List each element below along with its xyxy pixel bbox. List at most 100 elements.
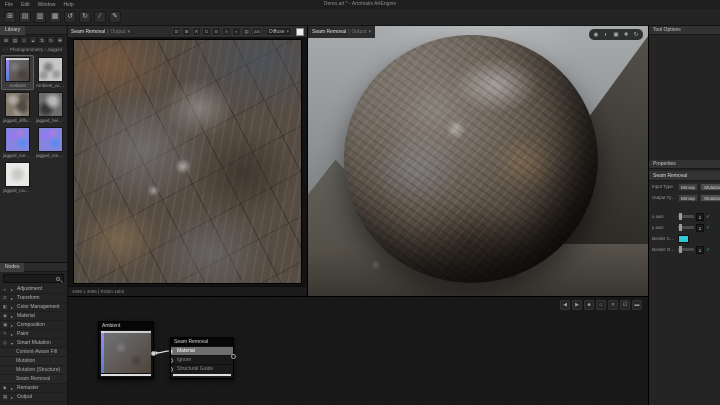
border-opacity-value[interactable]: 1 xyxy=(696,245,704,254)
output-type-bitmap-button[interactable]: Bitmap xyxy=(678,193,698,202)
view-tab-node[interactable]: Seam Removal xyxy=(71,29,105,35)
node-ambient[interactable]: Ambient xyxy=(98,321,156,379)
list-view-icon[interactable]: ≡ xyxy=(20,36,28,44)
input-type-mutation-button[interactable]: Mutation xyxy=(700,182,720,191)
node-search[interactable] xyxy=(3,274,64,283)
node-category-row[interactable]: ⇄ ▸ Transform xyxy=(0,294,67,303)
input-port[interactable] xyxy=(171,349,173,354)
nav-forward-icon[interactable]: ▶ xyxy=(572,300,582,310)
menu-item[interactable]: Help xyxy=(63,2,73,8)
up-directory-icon[interactable]: ▴ xyxy=(29,36,37,44)
menu-item[interactable]: Edit xyxy=(21,2,30,8)
channel-r-button[interactable]: R xyxy=(191,27,201,36)
atx-badge[interactable]: atx xyxy=(251,27,262,36)
line-tool-icon[interactable]: ⁄ xyxy=(94,11,106,23)
reset-view-icon[interactable]: ↻ xyxy=(632,31,640,39)
close-icon[interactable]: ✕ xyxy=(608,300,618,310)
rock-sphere-preview[interactable] xyxy=(344,35,598,283)
node-category-row[interactable]: Content-Aware Fill xyxy=(0,348,67,357)
x-axis-check-icon[interactable]: ✓ xyxy=(706,214,710,220)
expander-icon[interactable]: ▸ xyxy=(11,395,15,400)
node-category-row[interactable]: ◧ ▸ Color Management xyxy=(0,303,67,312)
expander-icon[interactable]: ▸ xyxy=(11,287,15,292)
expander-icon[interactable]: ▸ xyxy=(11,386,15,391)
view-tab-output[interactable]: Output xyxy=(111,29,126,35)
tiling-icon[interactable]: ⊞ xyxy=(181,27,191,36)
y-axis-slider[interactable] xyxy=(678,224,694,231)
border-opacity-slider[interactable] xyxy=(678,246,694,253)
channel-a-button[interactable]: A xyxy=(221,27,231,36)
output-port[interactable] xyxy=(231,354,236,359)
menu-item[interactable]: Window xyxy=(38,2,56,8)
import-assets-icon[interactable]: ⊞ xyxy=(4,11,16,23)
add-folder-icon[interactable]: ✚ xyxy=(56,36,64,44)
x-axis-slider[interactable] xyxy=(678,213,694,220)
view-tab-node[interactable]: Seam Removal xyxy=(312,29,346,35)
view-tab-output[interactable]: Output xyxy=(352,29,367,35)
node-category-row[interactable]: ▣ ▸ Composition xyxy=(0,321,67,330)
chevron-down-icon[interactable]: ▾ xyxy=(369,29,372,35)
asset-item[interactable]: jagged_rough... xyxy=(2,161,33,194)
expander-icon[interactable]: ▾ xyxy=(11,341,15,346)
expander-icon[interactable]: ▸ xyxy=(11,305,15,310)
node-category-row[interactable]: ▦ ▸ Output xyxy=(0,393,67,402)
expander-icon[interactable]: ▸ xyxy=(11,296,15,301)
mesh-icon[interactable]: ▣ xyxy=(612,31,620,39)
light-icon[interactable]: ✚ xyxy=(622,31,630,39)
y-axis-value[interactable]: 1 xyxy=(696,223,704,232)
expander-icon[interactable]: ▸ xyxy=(11,323,15,328)
thumbnail-view-icon[interactable]: ⊞ xyxy=(2,36,10,44)
border-color-swatch[interactable] xyxy=(678,234,689,243)
viewer-3d[interactable]: Seam Removal | Output ▾ ◉ ◐ ▣ ✚ ↻ xyxy=(308,26,648,296)
asset-item[interactable]: jagged_normal.tif xyxy=(35,126,66,159)
channel-select[interactable]: Diffuse ▾ xyxy=(266,27,292,36)
node-category-row[interactable]: ◑ ▸ Adjustment xyxy=(0,285,67,294)
properties-tab[interactable]: Properties xyxy=(649,160,720,169)
tool-options-tab[interactable]: Tool Options xyxy=(649,26,720,35)
node-category-row[interactable]: Seam Removal xyxy=(0,375,67,384)
background-color-swatch[interactable] xyxy=(296,27,304,36)
undo-icon[interactable]: ↺ xyxy=(64,11,76,23)
library-tab[interactable]: Library xyxy=(0,26,26,35)
pen-tool-icon[interactable]: ✎ xyxy=(109,11,121,23)
back-icon[interactable]: ‹ xyxy=(3,47,5,52)
asset-item[interactable]: Ambient_occlu... xyxy=(35,56,66,89)
detail-view-icon[interactable]: ▤ xyxy=(11,36,19,44)
environment-icon[interactable]: ◐ xyxy=(602,31,610,39)
input-type-bitmap-button[interactable]: Bitmap xyxy=(678,182,698,191)
sort-icon[interactable]: ⇅ xyxy=(38,36,46,44)
home-icon[interactable]: ⌂ xyxy=(596,300,606,310)
refresh-icon[interactable]: ↻ xyxy=(47,36,55,44)
chevron-down-icon[interactable]: ▾ xyxy=(128,29,131,35)
input-port[interactable] xyxy=(171,358,173,363)
node-category-row[interactable]: ◎ ▾ Smart Mutation xyxy=(0,339,67,348)
output-type-mutation-button[interactable]: Mutation xyxy=(700,193,720,202)
y-axis-check-icon[interactable]: ✓ xyxy=(706,225,710,231)
node-category-row[interactable]: ✎ ▸ Paint xyxy=(0,330,67,339)
output-port[interactable] xyxy=(151,351,156,356)
channel-g-button[interactable]: G xyxy=(201,27,211,36)
border-opacity-check-icon[interactable]: ✓ xyxy=(706,247,710,253)
asset-item[interactable]: Ambient xyxy=(1,55,34,90)
channel-b-button[interactable]: B xyxy=(211,27,221,36)
nav-back-icon[interactable]: ◀ xyxy=(560,300,570,310)
node-category-row[interactable]: Mutation xyxy=(0,357,67,366)
expander-icon[interactable]: ▸ xyxy=(11,314,15,319)
input-port[interactable] xyxy=(171,367,173,372)
fit-view-icon[interactable]: ⊡ xyxy=(171,27,181,36)
node-category-row[interactable]: ◉ ▸ Material xyxy=(0,312,67,321)
asset-item[interactable]: jagged_height.tif xyxy=(35,91,66,124)
node-seam-removal[interactable]: Seam Removal Material Ignore Structural … xyxy=(170,337,236,379)
x-axis-value[interactable]: 1 xyxy=(696,212,704,221)
redo-icon[interactable]: ↻ xyxy=(79,11,91,23)
node-graph[interactable]: ◀ ▶ ■ ⌂ ✕ ⊡ ▬ Ambient Seam Removal Material xyxy=(68,296,648,405)
save-project-icon[interactable]: ▦ xyxy=(49,11,61,23)
menu-item[interactable]: File xyxy=(5,2,13,8)
collapse-icon[interactable]: ▬ xyxy=(632,300,642,310)
forward-icon[interactable]: › xyxy=(7,47,9,52)
fit-graph-icon[interactable]: ⊡ xyxy=(620,300,630,310)
export-icon[interactable]: ▤ xyxy=(241,27,251,36)
node-search-input[interactable] xyxy=(4,275,63,282)
open-project-icon[interactable]: ▤ xyxy=(19,11,31,23)
node-input-row[interactable]: Ignore xyxy=(171,355,233,364)
